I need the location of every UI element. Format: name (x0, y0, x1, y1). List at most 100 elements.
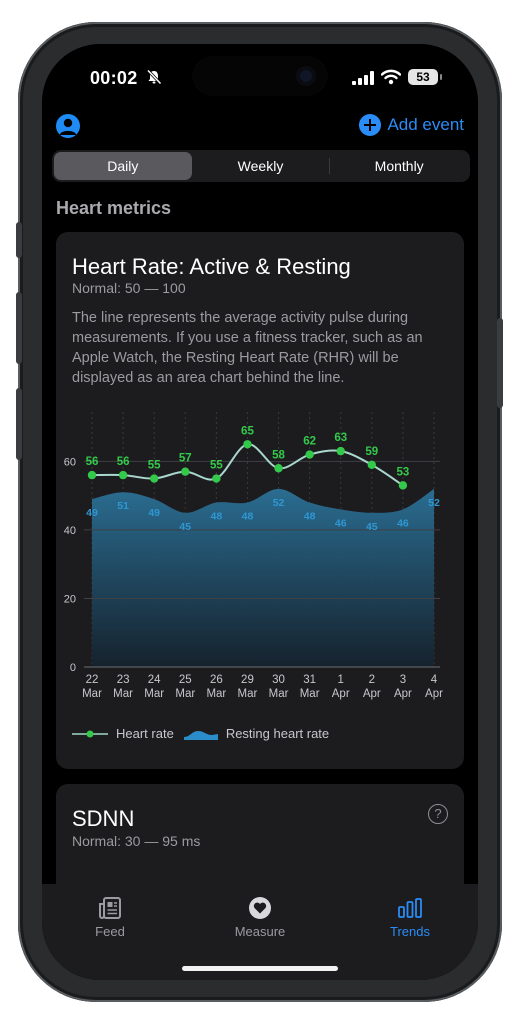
resting-heart-rate-area (92, 488, 434, 667)
resting-data-label: 45 (366, 521, 378, 533)
period-segmented-control: Daily Weekly Monthly (52, 150, 470, 182)
tab-feed-label: Feed (95, 924, 125, 939)
resting-data-label: 52 (273, 497, 285, 509)
x-tick-day: 30 (272, 674, 285, 686)
volume-up-button (16, 292, 22, 364)
wifi-icon (381, 69, 401, 85)
battery-indicator: 53 (408, 69, 442, 85)
heart-rate-point (212, 474, 221, 483)
x-tick-month: Mar (113, 688, 133, 700)
heart-circle-icon (249, 897, 271, 919)
legend-heart-rate: Heart rate (116, 726, 174, 741)
top-bar: Add event (42, 112, 478, 148)
legend-resting-heart-rate: Resting heart rate (225, 726, 330, 741)
heart-rate-data-label: 58 (272, 449, 285, 461)
heart-rate-data-label: 63 (334, 432, 347, 444)
heart-rate-point (305, 450, 314, 459)
heart-rate-data-label: 62 (303, 436, 316, 448)
power-button (497, 318, 503, 408)
heart-rate-data-label: 55 (148, 460, 161, 472)
profile-icon[interactable] (56, 114, 80, 138)
heart-rate-point (181, 467, 190, 476)
tab-measure[interactable]: Measure (210, 896, 310, 939)
help-icon[interactable]: ? (428, 804, 448, 824)
status-bar: 00:02 53 (42, 44, 478, 104)
y-tick-label: 60 (64, 456, 76, 468)
status-time: 00:02 (90, 68, 138, 88)
y-tick-label: 20 (64, 593, 76, 605)
heart-rate-point (367, 460, 377, 470)
x-tick-month: Mar (82, 688, 102, 700)
y-tick-label: 0 (70, 662, 76, 674)
chart-legend: Heart rate Resting heart rate (72, 726, 329, 741)
x-tick-day: 1 (338, 674, 344, 686)
tab-feed[interactable]: Feed (60, 896, 160, 939)
heart-rate-data-label: 56 (86, 456, 99, 468)
x-tick-month: Mar (206, 688, 226, 700)
x-tick-day: 24 (148, 674, 161, 686)
tab-trends[interactable]: Trends (360, 896, 460, 939)
camera-icon (296, 66, 316, 86)
tab-trends-label: Trends (390, 924, 430, 939)
x-tick-month: Mar (144, 688, 164, 700)
sdnn-title: SDNN (72, 806, 135, 831)
add-event-label: Add event (387, 115, 464, 134)
x-tick-day: 31 (303, 674, 316, 686)
resting-data-label: 45 (179, 521, 191, 533)
heart-rate-data-label: 65 (241, 425, 254, 437)
segment-weekly[interactable]: Weekly (192, 152, 330, 180)
feed-icon (99, 897, 121, 919)
screen: 00:02 53 Add event Daily Weekly Monthly … (42, 44, 478, 980)
heart-rate-point (118, 470, 128, 480)
heart-rate-data-label: 57 (179, 453, 192, 465)
resting-data-label: 51 (117, 500, 129, 512)
x-tick-month: Apr (332, 688, 350, 700)
segment-monthly[interactable]: Monthly (330, 152, 468, 180)
plus-circle-icon (359, 114, 382, 136)
add-event-button[interactable]: Add event (359, 114, 464, 136)
x-tick-day: 25 (179, 674, 192, 686)
x-tick-month: Apr (425, 688, 443, 700)
resting-data-label: 49 (148, 507, 160, 519)
heart-rate-point (149, 474, 159, 483)
resting-data-label: 49 (86, 507, 98, 519)
heart-rate-legend-icon (72, 730, 108, 737)
resting-data-label: 52 (428, 497, 440, 509)
y-tick-label: 40 (64, 525, 76, 537)
heart-rate-card[interactable]: Heart Rate: Active & Resting Normal: 50 … (56, 232, 464, 769)
x-tick-month: Mar (175, 688, 195, 700)
segment-daily[interactable]: Daily (54, 152, 192, 180)
card-title: Heart Rate: Active & Resting (72, 254, 351, 279)
heart-rate-data-label: 53 (397, 466, 410, 478)
x-tick-month: Apr (363, 688, 381, 700)
x-tick-month: Mar (238, 688, 258, 700)
action-button (16, 222, 22, 258)
resting-data-label: 46 (335, 517, 347, 529)
resting-data-label: 48 (304, 511, 316, 523)
resting-data-label: 48 (242, 511, 254, 523)
section-title: Heart metrics (56, 198, 172, 218)
heart-rate-data-label: 56 (117, 456, 130, 468)
x-tick-day: 29 (241, 674, 254, 686)
tab-measure-label: Measure (234, 924, 286, 939)
x-tick-month: Apr (394, 688, 412, 700)
heart-rate-point (336, 446, 345, 456)
resting-data-label: 46 (397, 517, 409, 529)
volume-down-button (16, 388, 22, 460)
heart-rate-chart[interactable]: 0 20 40 60 49 51 49 45 48 48 52 48 46 45 46 52 56 56 55 57 5… (56, 410, 464, 710)
x-tick-month: Mar (300, 688, 320, 700)
x-tick-day: 23 (117, 674, 130, 686)
heart-rate-point (87, 470, 97, 480)
heart-rate-point (398, 481, 408, 490)
resting-data-label: 48 (211, 511, 223, 523)
x-tick-day: 26 (210, 674, 223, 686)
heart-rate-point (274, 464, 283, 473)
x-tick-day: 3 (400, 674, 406, 686)
x-tick-day: 2 (369, 674, 375, 686)
bar-chart-icon (398, 898, 422, 918)
heart-rate-data-label: 59 (365, 446, 378, 458)
cellular-signal-icon (352, 71, 374, 85)
bell-slash-icon (146, 69, 162, 85)
heart-rate-line (91, 443, 404, 487)
resting-heart-rate-legend-icon (183, 730, 218, 740)
